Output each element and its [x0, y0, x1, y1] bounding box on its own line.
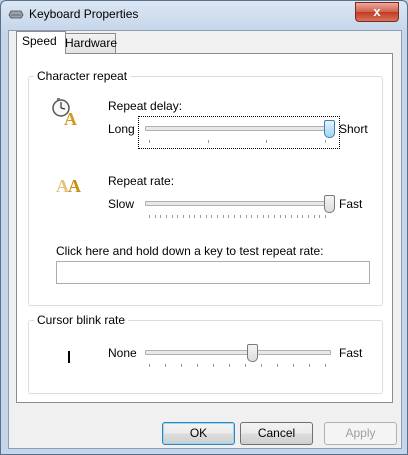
slider-tick [160, 215, 161, 218]
slider-tick [240, 215, 241, 218]
slider-tick [309, 364, 310, 367]
keyboard-properties-window: Keyboard Properties x Speed Hardware Cha… [0, 0, 408, 455]
slider-tick [261, 364, 262, 367]
cursor-blink-max-label: Fast [339, 346, 363, 360]
slider-tick [291, 215, 292, 218]
slider-tick [325, 215, 326, 218]
slider-tick [246, 215, 247, 218]
slider-tick [183, 215, 184, 218]
test-repeat-label: Click here and hold down a key to test r… [56, 244, 324, 258]
slider-tick [297, 215, 298, 218]
repeat-delay-track[interactable] [145, 126, 331, 131]
cursor-blink-track[interactable] [145, 350, 331, 355]
slider-tick [217, 215, 218, 218]
slider-tick [308, 215, 309, 218]
repeat-delay-slider-thumb[interactable] [324, 120, 335, 138]
slider-tick [302, 215, 303, 218]
slider-tick [285, 215, 286, 218]
slider-tick [166, 215, 167, 218]
character-repeat-title: Character repeat [34, 69, 131, 83]
slider-tick [177, 215, 178, 218]
dialog-body: Speed Hardware Character repeat A Repeat… [8, 30, 402, 449]
repeat-rate-max-label: Fast [339, 197, 363, 211]
slider-tick [251, 215, 252, 218]
cursor-preview-icon [68, 351, 70, 363]
slider-tick [277, 364, 278, 367]
repeat-rate-track[interactable] [145, 201, 331, 206]
slider-tick [325, 140, 326, 143]
slider-tick [208, 140, 209, 143]
slider-tick [172, 215, 173, 218]
repeat-delay-ticks [149, 140, 326, 144]
slider-tick [245, 364, 246, 367]
tab-speed-label: Speed [22, 34, 57, 48]
slider-tick [229, 364, 230, 367]
slider-tick [194, 215, 195, 218]
test-repeat-field[interactable] [56, 261, 370, 284]
slider-tick [268, 215, 269, 218]
ok-button[interactable]: OK [162, 422, 235, 445]
slider-tick [293, 364, 294, 367]
slider-tick [165, 364, 166, 367]
slider-tick [155, 215, 156, 218]
cursor-blink-title: Cursor blink rate [34, 313, 129, 327]
repeat-rate-slider-thumb[interactable] [324, 195, 335, 213]
repeat-delay-focus-rect [138, 116, 340, 149]
slider-tick [181, 364, 182, 367]
cursor-blink-group [28, 320, 383, 394]
window-title: Keyboard Properties [29, 7, 139, 21]
close-button[interactable]: x [355, 2, 399, 22]
slider-tick [189, 215, 190, 218]
slider-tick [149, 215, 150, 218]
svg-text:A: A [68, 176, 81, 196]
repeat-delay-label: Repeat delay: [108, 99, 183, 113]
apply-button[interactable]: Apply [324, 422, 397, 445]
cancel-button[interactable]: Cancel [240, 422, 313, 445]
slider-tick [149, 140, 150, 143]
cancel-button-label: Cancel [257, 426, 296, 440]
slider-tick [200, 215, 201, 218]
slider-tick [263, 215, 264, 218]
slider-tick [223, 215, 224, 218]
slider-tick [197, 364, 198, 367]
svg-text:A: A [64, 109, 77, 127]
repeat-delay-min-label: Long [108, 122, 135, 136]
apply-button-label: Apply [345, 426, 376, 440]
slider-tick [211, 215, 212, 218]
slider-tick [280, 215, 281, 218]
slider-tick [325, 364, 326, 367]
slider-tick [314, 215, 315, 218]
repeat-rate-label: Repeat rate: [108, 174, 175, 188]
slider-tick [213, 364, 214, 367]
repeat-rate-ticks [149, 215, 326, 219]
repeat-rate-icon: A A [56, 176, 81, 196]
slider-tick [319, 215, 320, 218]
slider-tick [257, 215, 258, 218]
keyboard-icon [8, 10, 24, 19]
tab-hardware[interactable]: Hardware [59, 33, 118, 54]
slider-tick [274, 215, 275, 218]
ok-button-label: OK [189, 426, 208, 440]
speed-tab-page: Character repeat A Repeat delay: Long Sh… [16, 53, 393, 403]
title-bar[interactable]: Keyboard Properties x [1, 1, 407, 29]
repeat-rate-min-label: Slow [108, 197, 135, 211]
close-icon: x [373, 4, 381, 19]
cursor-blink-ticks [149, 364, 326, 368]
cursor-blink-slider-thumb[interactable] [247, 344, 258, 362]
repeat-delay-max-label: Short [339, 122, 368, 136]
repeat-delay-icon: A [52, 98, 77, 127]
slider-tick [228, 215, 229, 218]
slider-tick [266, 140, 267, 143]
cursor-blink-min-label: None [108, 346, 137, 360]
slider-tick [206, 215, 207, 218]
slider-tick [149, 364, 150, 367]
tab-speed[interactable]: Speed [16, 31, 66, 54]
slider-tick [234, 215, 235, 218]
tab-hardware-label: Hardware [65, 36, 118, 50]
